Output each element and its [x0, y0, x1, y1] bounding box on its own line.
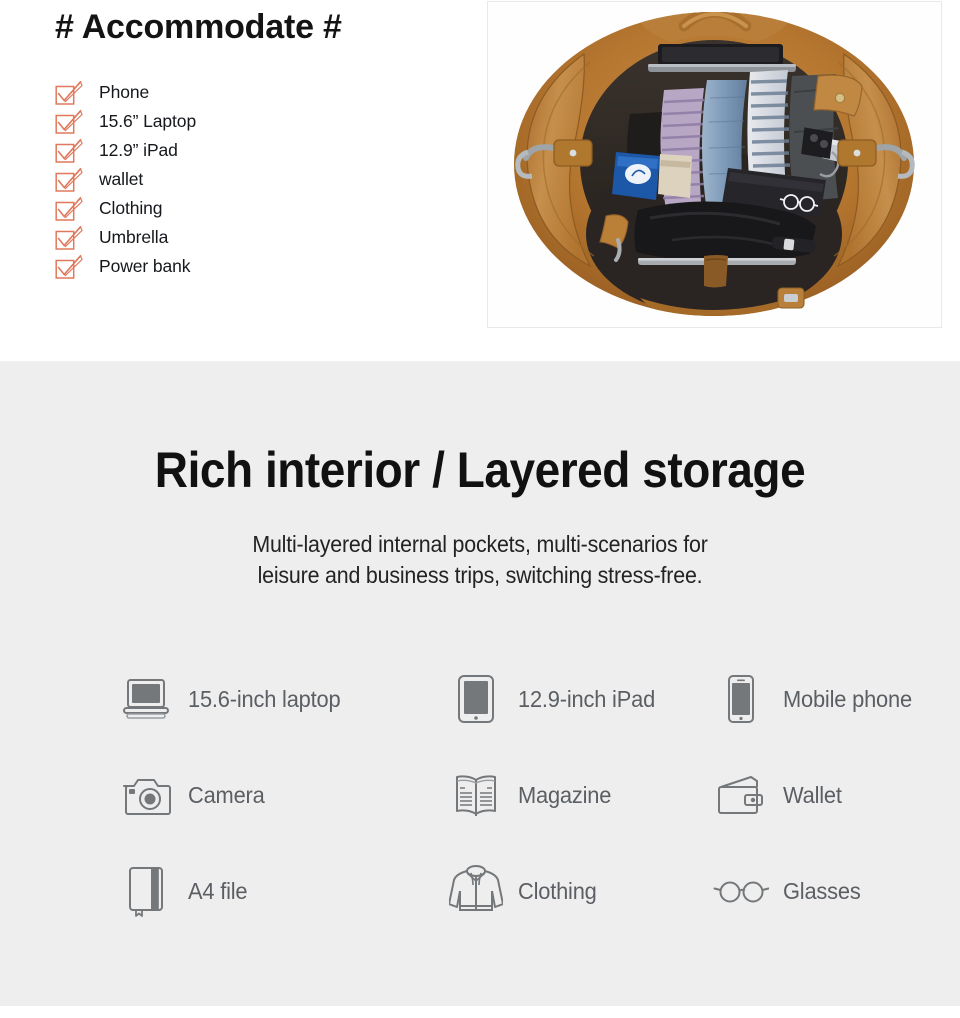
- capacity-item-label: 12.9-inch iPad: [518, 685, 656, 712]
- accommodate-section: # Accommodate # Phone 15.6” Laptop 12.9”…: [0, 0, 960, 361]
- checkbox-checked-icon: [55, 196, 83, 222]
- open-book-icon: [448, 771, 504, 819]
- capacity-row: A4 file Clothing Glasses: [118, 843, 958, 939]
- capacity-item-label: Clothing: [518, 877, 597, 904]
- storage-subtitle-line-2: leisure and business trips, switching st…: [257, 562, 703, 588]
- capacity-item-laptop: 15.6-inch laptop: [118, 677, 448, 721]
- list-item-label: wallet: [99, 169, 144, 189]
- storage-subtitle-line-1: Multi-layered internal pockets, multi-sc…: [252, 531, 708, 557]
- capacity-item-label: A4 file: [188, 877, 248, 904]
- checkbox-checked-icon: [55, 167, 83, 193]
- camera-icon: [118, 774, 174, 816]
- checkbox-checked-icon: [55, 80, 83, 106]
- accommodate-checklist: Phone 15.6” Laptop 12.9” iPad wallet Clo…: [55, 78, 455, 281]
- accommodate-title: # Accommodate #: [55, 8, 342, 46]
- list-item-label: Phone: [99, 82, 150, 102]
- layered-storage-section: Rich interior / Layered storage Multi-la…: [0, 361, 960, 1006]
- capacity-item-clothing: Clothing: [448, 864, 713, 918]
- list-item-label: Umbrella: [99, 227, 169, 247]
- hoodie-icon: [448, 864, 504, 918]
- capacity-item-label: Wallet: [783, 781, 842, 808]
- list-item: Umbrella: [55, 223, 455, 252]
- page-title: Rich interior / Layered storage: [154, 442, 806, 498]
- checkbox-checked-icon: [55, 225, 83, 251]
- capacity-item-wallet: Wallet: [713, 773, 958, 817]
- capacity-grid: 15.6-inch laptop 12.9-inch iPad Mobile p…: [118, 651, 958, 939]
- capacity-row: Camera Magazine Wallet: [118, 747, 958, 843]
- capacity-item-camera: Camera: [118, 774, 448, 816]
- capacity-item-a4-file: A4 file: [118, 865, 448, 917]
- checkbox-checked-icon: [55, 254, 83, 280]
- notebook-icon: [118, 865, 174, 917]
- list-item-label: 12.9” iPad: [99, 140, 178, 160]
- bottom-spacer: [0, 1006, 960, 1018]
- checkbox-checked-icon: [55, 109, 83, 135]
- wallet-icon: [713, 773, 769, 817]
- duffel-bag-interior-photo: [487, 1, 942, 328]
- list-item-label: Power bank: [99, 256, 191, 276]
- list-item: Clothing: [55, 194, 455, 223]
- list-item: Phone: [55, 78, 455, 107]
- capacity-item-label: 15.6-inch laptop: [188, 685, 341, 712]
- capacity-item-ipad: 12.9-inch iPad: [448, 674, 713, 724]
- list-item: wallet: [55, 165, 455, 194]
- tablet-icon: [448, 674, 504, 724]
- capacity-item-magazine: Magazine: [448, 771, 713, 819]
- mobile-phone-icon: [713, 674, 769, 724]
- list-item: 15.6” Laptop: [55, 107, 455, 136]
- capacity-item-glasses: Glasses: [713, 877, 958, 905]
- list-item-label: 15.6” Laptop: [99, 111, 197, 131]
- capacity-item-label: Magazine: [518, 781, 612, 808]
- storage-subtitle: Multi-layered internal pockets, multi-sc…: [34, 529, 927, 591]
- capacity-item-label: Glasses: [783, 877, 861, 904]
- laptop-icon: [118, 677, 174, 721]
- list-item: Power bank: [55, 252, 455, 281]
- capacity-row: 15.6-inch laptop 12.9-inch iPad Mobile p…: [118, 651, 958, 747]
- capacity-item-label: Mobile phone: [783, 685, 912, 712]
- glasses-icon: [713, 877, 769, 905]
- capacity-item-label: Camera: [188, 781, 265, 808]
- list-item: 12.9” iPad: [55, 136, 455, 165]
- list-item-label: Clothing: [99, 198, 163, 218]
- checkbox-checked-icon: [55, 138, 83, 164]
- capacity-item-mobile-phone: Mobile phone: [713, 674, 958, 724]
